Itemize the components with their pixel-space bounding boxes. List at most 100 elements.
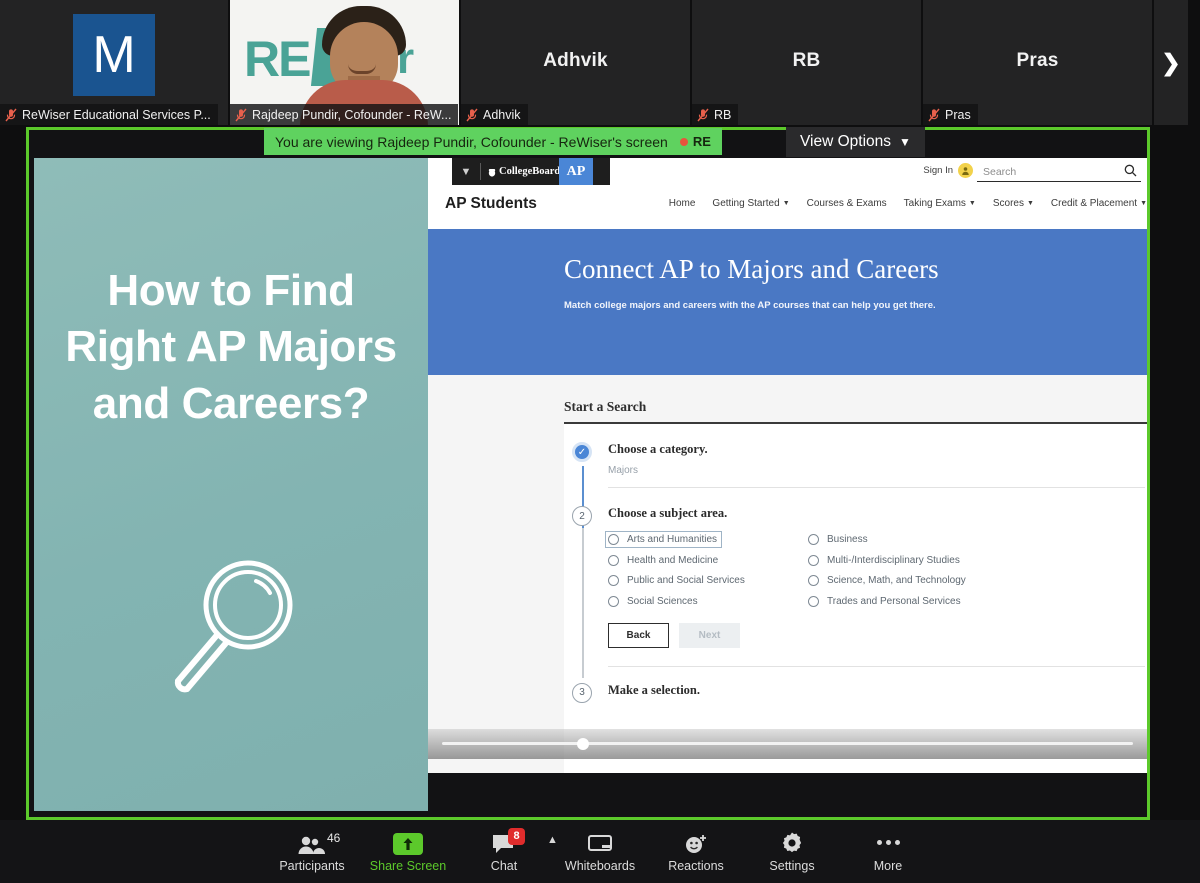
toolbar-whiteboards-button[interactable]: Whiteboards bbox=[552, 820, 648, 883]
option-label: Health and Medicine bbox=[627, 554, 719, 566]
chevron-down-icon[interactable]: ▼ bbox=[452, 158, 480, 185]
viewing-screen-text: You are viewing Rajdeep Pundir, Cofounde… bbox=[275, 133, 668, 150]
ap-badge[interactable]: AP bbox=[559, 158, 593, 185]
ap-students-nav: AP Students Home Getting Started ▼ Cours… bbox=[428, 185, 1147, 229]
nav-label: Getting Started bbox=[712, 198, 780, 209]
video-player-controls bbox=[428, 729, 1147, 759]
search-icon bbox=[1124, 164, 1137, 182]
participant-display-name: RB bbox=[792, 50, 821, 71]
view-options-button[interactable]: View Options ▼ bbox=[786, 127, 925, 157]
sign-in-button[interactable]: Sign In bbox=[923, 163, 973, 178]
filmstrip-next-page-button[interactable]: ❯ bbox=[1154, 0, 1188, 125]
toolbar-reactions-button[interactable]: Reactions bbox=[648, 820, 744, 883]
search-wizard-card: ✓ Choose a category. Majors 2 Choose a s… bbox=[564, 422, 1147, 773]
nav-item-getting-started[interactable]: Getting Started ▼ bbox=[712, 198, 789, 209]
toolbar-participants-button[interactable]: 46 Participants bbox=[264, 820, 360, 883]
participant-name: Adhvik bbox=[483, 107, 521, 122]
toolbar-label: Reactions bbox=[668, 858, 724, 873]
nav-label: Credit & Placement bbox=[1050, 198, 1138, 209]
next-button[interactable]: Next bbox=[679, 622, 740, 648]
radio-option-health-and-medicine[interactable]: Health and Medicine bbox=[608, 554, 808, 566]
mic-muted-icon bbox=[697, 108, 709, 122]
nav-item-scores[interactable]: Scores ▼ bbox=[993, 198, 1034, 209]
participant-tile-rajdeep[interactable]: RE ser Rajdeep Pundir, Cofounder - ReW..… bbox=[230, 0, 459, 125]
participant-tile-rb[interactable]: RB RB bbox=[692, 0, 921, 125]
toolbar-label: Settings bbox=[769, 858, 815, 873]
chevron-down-icon: ▼ bbox=[968, 200, 976, 207]
radio-icon bbox=[608, 575, 619, 586]
step-3-title: Make a selection. bbox=[608, 682, 700, 697]
shared-browser-content: ▼ CollegeBoard AP Sign In Search AP Stud… bbox=[428, 158, 1147, 773]
nav-item-credit-placement[interactable]: Credit & Placement ▼ bbox=[1051, 198, 1147, 209]
option-label: Social Sciences bbox=[627, 595, 698, 607]
zoom-toolbar: 46 Participants Share Screen 8 ▲ Chat Wh… bbox=[0, 820, 1200, 883]
radio-icon bbox=[808, 595, 819, 607]
option-label: Business bbox=[827, 534, 868, 545]
radio-option-science-math-and-technology[interactable]: Science, Math, and Technology bbox=[808, 575, 1008, 586]
search-input[interactable]: Search bbox=[977, 162, 1141, 182]
step-2-title: Choose a subject area. bbox=[608, 506, 728, 520]
radio-option-trades-and-personal-services[interactable]: Trades and Personal Services bbox=[808, 595, 1008, 607]
search-page-body: Start a Search ✓ Choose a category. Majo… bbox=[428, 375, 1147, 773]
seek-bar[interactable] bbox=[442, 737, 1133, 750]
chat-icon: 8 ▲ bbox=[491, 827, 558, 855]
back-button[interactable]: Back bbox=[608, 622, 669, 648]
nav-item-courses-exams[interactable]: Courses & Exams bbox=[807, 198, 887, 209]
gear-icon bbox=[780, 831, 804, 855]
rewiser-logo-icon: RE bbox=[244, 31, 311, 87]
radio-icon bbox=[808, 575, 819, 586]
toolbar-settings-button[interactable]: Settings bbox=[744, 820, 840, 883]
radio-option-public-and-social-services[interactable]: Public and Social Services bbox=[608, 575, 808, 586]
whiteboard-icon bbox=[587, 831, 613, 855]
view-options-label: View Options bbox=[800, 133, 892, 150]
participants-icon: 46 bbox=[297, 831, 340, 855]
shared-screen-region: You are viewing Rajdeep Pundir, Cofounde… bbox=[26, 127, 1150, 820]
radio-icon bbox=[808, 554, 819, 566]
chevron-down-icon: ▼ bbox=[1026, 200, 1034, 207]
hero-title: Connect AP to Majors and Careers bbox=[564, 254, 939, 284]
wizard-step-1: ✓ Choose a category. Majors bbox=[564, 424, 1147, 532]
presentation-slide: How to Find Right AP Majors and Careers? bbox=[34, 158, 428, 811]
toolbar-share-screen-button[interactable]: Share Screen bbox=[360, 820, 456, 883]
participant-tile-adhvik[interactable]: Adhvik Adhvik bbox=[461, 0, 690, 125]
toolbar-label: More bbox=[873, 858, 903, 873]
recording-indicator: RE bbox=[679, 134, 711, 149]
option-label: Science, Math, and Technology bbox=[827, 575, 966, 586]
participant-tile-pras[interactable]: Pras Pras bbox=[923, 0, 1152, 125]
participant-filmstrip: M ReWiser Educational Services P... RE s… bbox=[0, 0, 1200, 125]
option-label: Trades and Personal Services bbox=[827, 595, 961, 607]
nav-label: Home bbox=[668, 198, 696, 209]
chevron-down-icon: ▼ bbox=[1140, 200, 1147, 207]
seek-handle-icon[interactable] bbox=[576, 737, 589, 750]
page-title: AP Students bbox=[445, 195, 537, 212]
participant-namebar: RB bbox=[692, 104, 739, 125]
sign-in-label: Sign In bbox=[923, 165, 953, 176]
nav-item-taking-exams[interactable]: Taking Exams ▼ bbox=[904, 198, 976, 209]
chat-unread-badge: 8 bbox=[508, 827, 525, 845]
toolbar-label: Participants bbox=[279, 858, 345, 873]
nav-item-home[interactable]: Home bbox=[669, 198, 696, 209]
toolbar-chat-button[interactable]: 8 ▲ Chat bbox=[456, 820, 558, 883]
wizard-step-3: 3 Make a selection. bbox=[564, 667, 1147, 703]
radio-option-arts-and-humanities[interactable]: Arts and Humanities bbox=[604, 531, 723, 548]
reactions-icon bbox=[683, 831, 709, 855]
radio-option-social-sciences[interactable]: Social Sciences bbox=[608, 595, 808, 607]
option-label: Public and Social Services bbox=[627, 575, 745, 586]
recording-dot-icon bbox=[679, 137, 688, 146]
participant-display-name: Pras bbox=[1016, 50, 1059, 71]
participant-name: Rajdeep Pundir, Cofounder - ReW... bbox=[252, 107, 452, 122]
participant-namebar: Rajdeep Pundir, Cofounder - ReW... bbox=[230, 104, 459, 125]
radio-icon bbox=[608, 534, 619, 545]
radio-option-business[interactable]: Business bbox=[808, 534, 1008, 545]
participant-namebar: Adhvik bbox=[461, 104, 528, 125]
option-label: Arts and Humanities bbox=[627, 534, 718, 545]
participant-namebar: ReWiser Educational Services P... bbox=[0, 104, 218, 125]
nav-label: Scores bbox=[992, 198, 1024, 209]
toolbar-label: Share Screen bbox=[369, 858, 447, 873]
collegeboard-logo[interactable]: CollegeBoard bbox=[488, 158, 560, 185]
participant-tile-rewiser[interactable]: M ReWiser Educational Services P... bbox=[0, 0, 228, 125]
toolbar-more-button[interactable]: More bbox=[840, 820, 936, 883]
nav-label: Courses & Exams bbox=[806, 198, 887, 209]
participant-name: RB bbox=[714, 107, 732, 122]
radio-option-multi-interdisciplinary-studies[interactable]: Multi-/Interdisciplinary Studies bbox=[808, 554, 1008, 566]
